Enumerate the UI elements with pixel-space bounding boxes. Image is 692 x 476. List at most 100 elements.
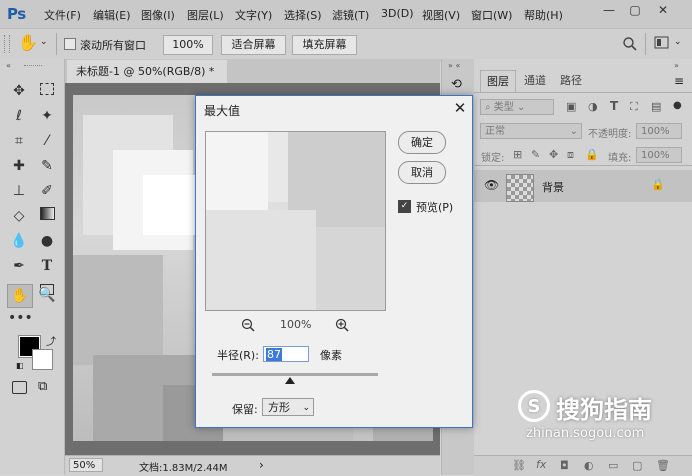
lock-position-icon[interactable]: ✥ (549, 148, 558, 161)
cancel-button[interactable]: 取消 (398, 161, 446, 184)
tab-channels[interactable]: 通道 (518, 70, 552, 92)
menu-window[interactable]: 窗口(W) (471, 7, 512, 23)
eyedropper-tool-icon[interactable]: ⁄ (36, 131, 58, 151)
marquee-tool-icon[interactable] (36, 81, 58, 101)
background-color-swatch[interactable] (32, 349, 53, 370)
menu-view[interactable]: 视图(V) (422, 7, 460, 23)
adjustment-layer-icon[interactable]: ◐ (584, 459, 594, 472)
workspace-icon[interactable] (654, 36, 670, 50)
preview-checkbox[interactable]: ✓ (398, 200, 411, 213)
quick-mask-icon[interactable] (12, 381, 27, 394)
hand-tool-icon[interactable]: ✋ (7, 284, 33, 308)
new-group-icon[interactable]: ▭ (608, 459, 618, 472)
tab-layers[interactable]: 图层 (480, 70, 516, 93)
layer-style-icon[interactable]: fx (536, 458, 546, 471)
lock-all-icon[interactable]: 🔒 (585, 148, 599, 161)
menu-3d[interactable]: 3D(D) (381, 7, 414, 20)
menu-select[interactable]: 选择(S) (284, 7, 322, 23)
radius-input[interactable]: 87 (263, 346, 309, 362)
fill-screen-button[interactable]: 填充屏幕 (292, 35, 357, 55)
collapse-icon[interactable]: » « (448, 61, 460, 70)
document-tab[interactable]: 未标题-1 @ 50%(RGB/8) * × (67, 60, 227, 101)
blur-tool-icon[interactable]: 💧 (8, 231, 30, 251)
filter-type-icon[interactable]: T (610, 99, 618, 113)
blend-mode-dropdown[interactable]: 正常 ⌄ (480, 123, 582, 139)
tab-paths[interactable]: 路径 (554, 70, 588, 92)
new-layer-icon[interactable]: ▢ (632, 459, 642, 472)
eraser-tool-icon[interactable]: ◇ (8, 206, 30, 226)
zoom-in-icon[interactable] (335, 318, 349, 332)
dialog-close-button[interactable]: ✕ (450, 98, 470, 118)
filter-toggle-icon[interactable]: ● (673, 100, 682, 111)
default-colors-icon[interactable]: ◧ (16, 361, 24, 370)
filter-smart-object-icon[interactable]: ▤ (651, 100, 661, 113)
swap-colors-icon[interactable]: ⤴ (46, 333, 56, 348)
magic-wand-tool-icon[interactable]: ✦ (36, 106, 58, 126)
brush-tool-icon[interactable]: ✎ (36, 156, 58, 176)
zoom-tool-icon[interactable]: 🔍 (36, 285, 58, 305)
visibility-eye-icon[interactable]: 👁 (484, 178, 499, 192)
menu-filter[interactable]: 滤镜(T) (332, 7, 369, 23)
lock-paint-icon[interactable]: ✎ (531, 148, 540, 161)
restore-button[interactable]: ▢ (624, 2, 646, 18)
menu-image[interactable]: 图像(I) (141, 7, 175, 23)
filter-shape-icon[interactable]: ⛶ (630, 100, 638, 114)
fit-screen-button[interactable]: 适合屏幕 (221, 35, 286, 55)
collapse-icon[interactable]: « (6, 61, 11, 70)
scroll-all-checkbox[interactable] (64, 38, 76, 50)
filter-preview[interactable] (205, 131, 386, 311)
zoom-level-field[interactable]: 50% (69, 458, 103, 472)
filter-adjustment-icon[interactable]: ◑ (588, 100, 598, 113)
radius-slider-track[interactable] (212, 373, 378, 376)
screen-mode-icon[interactable]: ⧉ (38, 379, 47, 394)
gradient-tool-icon[interactable] (36, 206, 58, 226)
sogou-watermark: S 搜狗指南 zhinan.sogou.com (518, 388, 688, 443)
filter-pixel-icon[interactable]: ▣ (566, 100, 576, 113)
panel-menu-icon[interactable]: ≡ (674, 74, 684, 88)
opacity-field[interactable]: 100% ⌄ (636, 123, 682, 153)
zoom-out-icon[interactable] (241, 318, 255, 332)
pen-tool-icon[interactable]: ✒ (8, 256, 30, 276)
hand-tool-icon[interactable]: ✋ (18, 33, 38, 52)
menu-help[interactable]: 帮助(H) (524, 7, 563, 23)
collapse-icon[interactable]: » (674, 61, 679, 70)
preserve-dropdown[interactable]: 方形 ⌄ (262, 398, 314, 416)
fill-field[interactable]: 100% ⌄ (636, 147, 682, 177)
chevron-down-icon[interactable]: ⌄ (674, 37, 682, 47)
preserve-label: 保留: (232, 403, 258, 416)
crop-tool-icon[interactable]: ⌗ (8, 131, 30, 151)
add-mask-icon[interactable]: ◘ (560, 459, 569, 472)
filter-kind-dropdown[interactable]: ⌕ 类型 ⌄ (480, 99, 554, 115)
lasso-tool-icon[interactable]: ℓ (8, 106, 30, 126)
move-tool-icon[interactable]: ✥ (8, 81, 30, 101)
layer-row[interactable]: 👁 背景 🔒 (474, 170, 692, 202)
menu-edit[interactable]: 编辑(E) (93, 7, 131, 23)
zoom-100-button[interactable]: 100% (163, 35, 213, 55)
status-menu-arrow[interactable]: › (259, 458, 264, 472)
close-window-button[interactable]: ✕ (652, 2, 674, 18)
delete-layer-icon[interactable]: 🗑 (656, 459, 670, 472)
ok-button[interactable]: 确定 (398, 131, 446, 154)
menu-layer[interactable]: 图层(L) (187, 7, 224, 23)
lock-transparent-icon[interactable]: ⊞ (513, 148, 522, 161)
layer-name[interactable]: 背景 (542, 179, 564, 195)
history-brush-tool-icon[interactable]: ✐ (36, 181, 58, 201)
clone-stamp-tool-icon[interactable]: ⊥ (8, 181, 30, 201)
options-grip (4, 35, 10, 53)
type-tool-icon[interactable]: T (36, 256, 58, 276)
link-layers-icon[interactable]: ⛓ (512, 459, 526, 472)
menu-type[interactable]: 文字(Y) (235, 7, 272, 23)
minimize-button[interactable]: — (598, 2, 620, 18)
search-icon[interactable] (622, 36, 638, 52)
dodge-tool-icon[interactable]: ● (36, 231, 58, 251)
healing-brush-tool-icon[interactable]: ✚ (8, 156, 30, 176)
document-info: 文档:1.83M/2.44M (139, 463, 228, 474)
chevron-down-icon[interactable]: ⌄ (40, 37, 48, 47)
lock-artboard-icon[interactable]: ⧈ (567, 148, 574, 162)
menu-file[interactable]: 文件(F) (44, 7, 81, 23)
layer-thumbnail (506, 174, 534, 202)
history-panel-icon[interactable]: ⟲ (451, 77, 462, 92)
radius-slider-thumb[interactable] (285, 377, 295, 384)
opacity-label: 不透明度: (588, 129, 632, 140)
more-tools-icon[interactable]: ••• (8, 308, 33, 328)
